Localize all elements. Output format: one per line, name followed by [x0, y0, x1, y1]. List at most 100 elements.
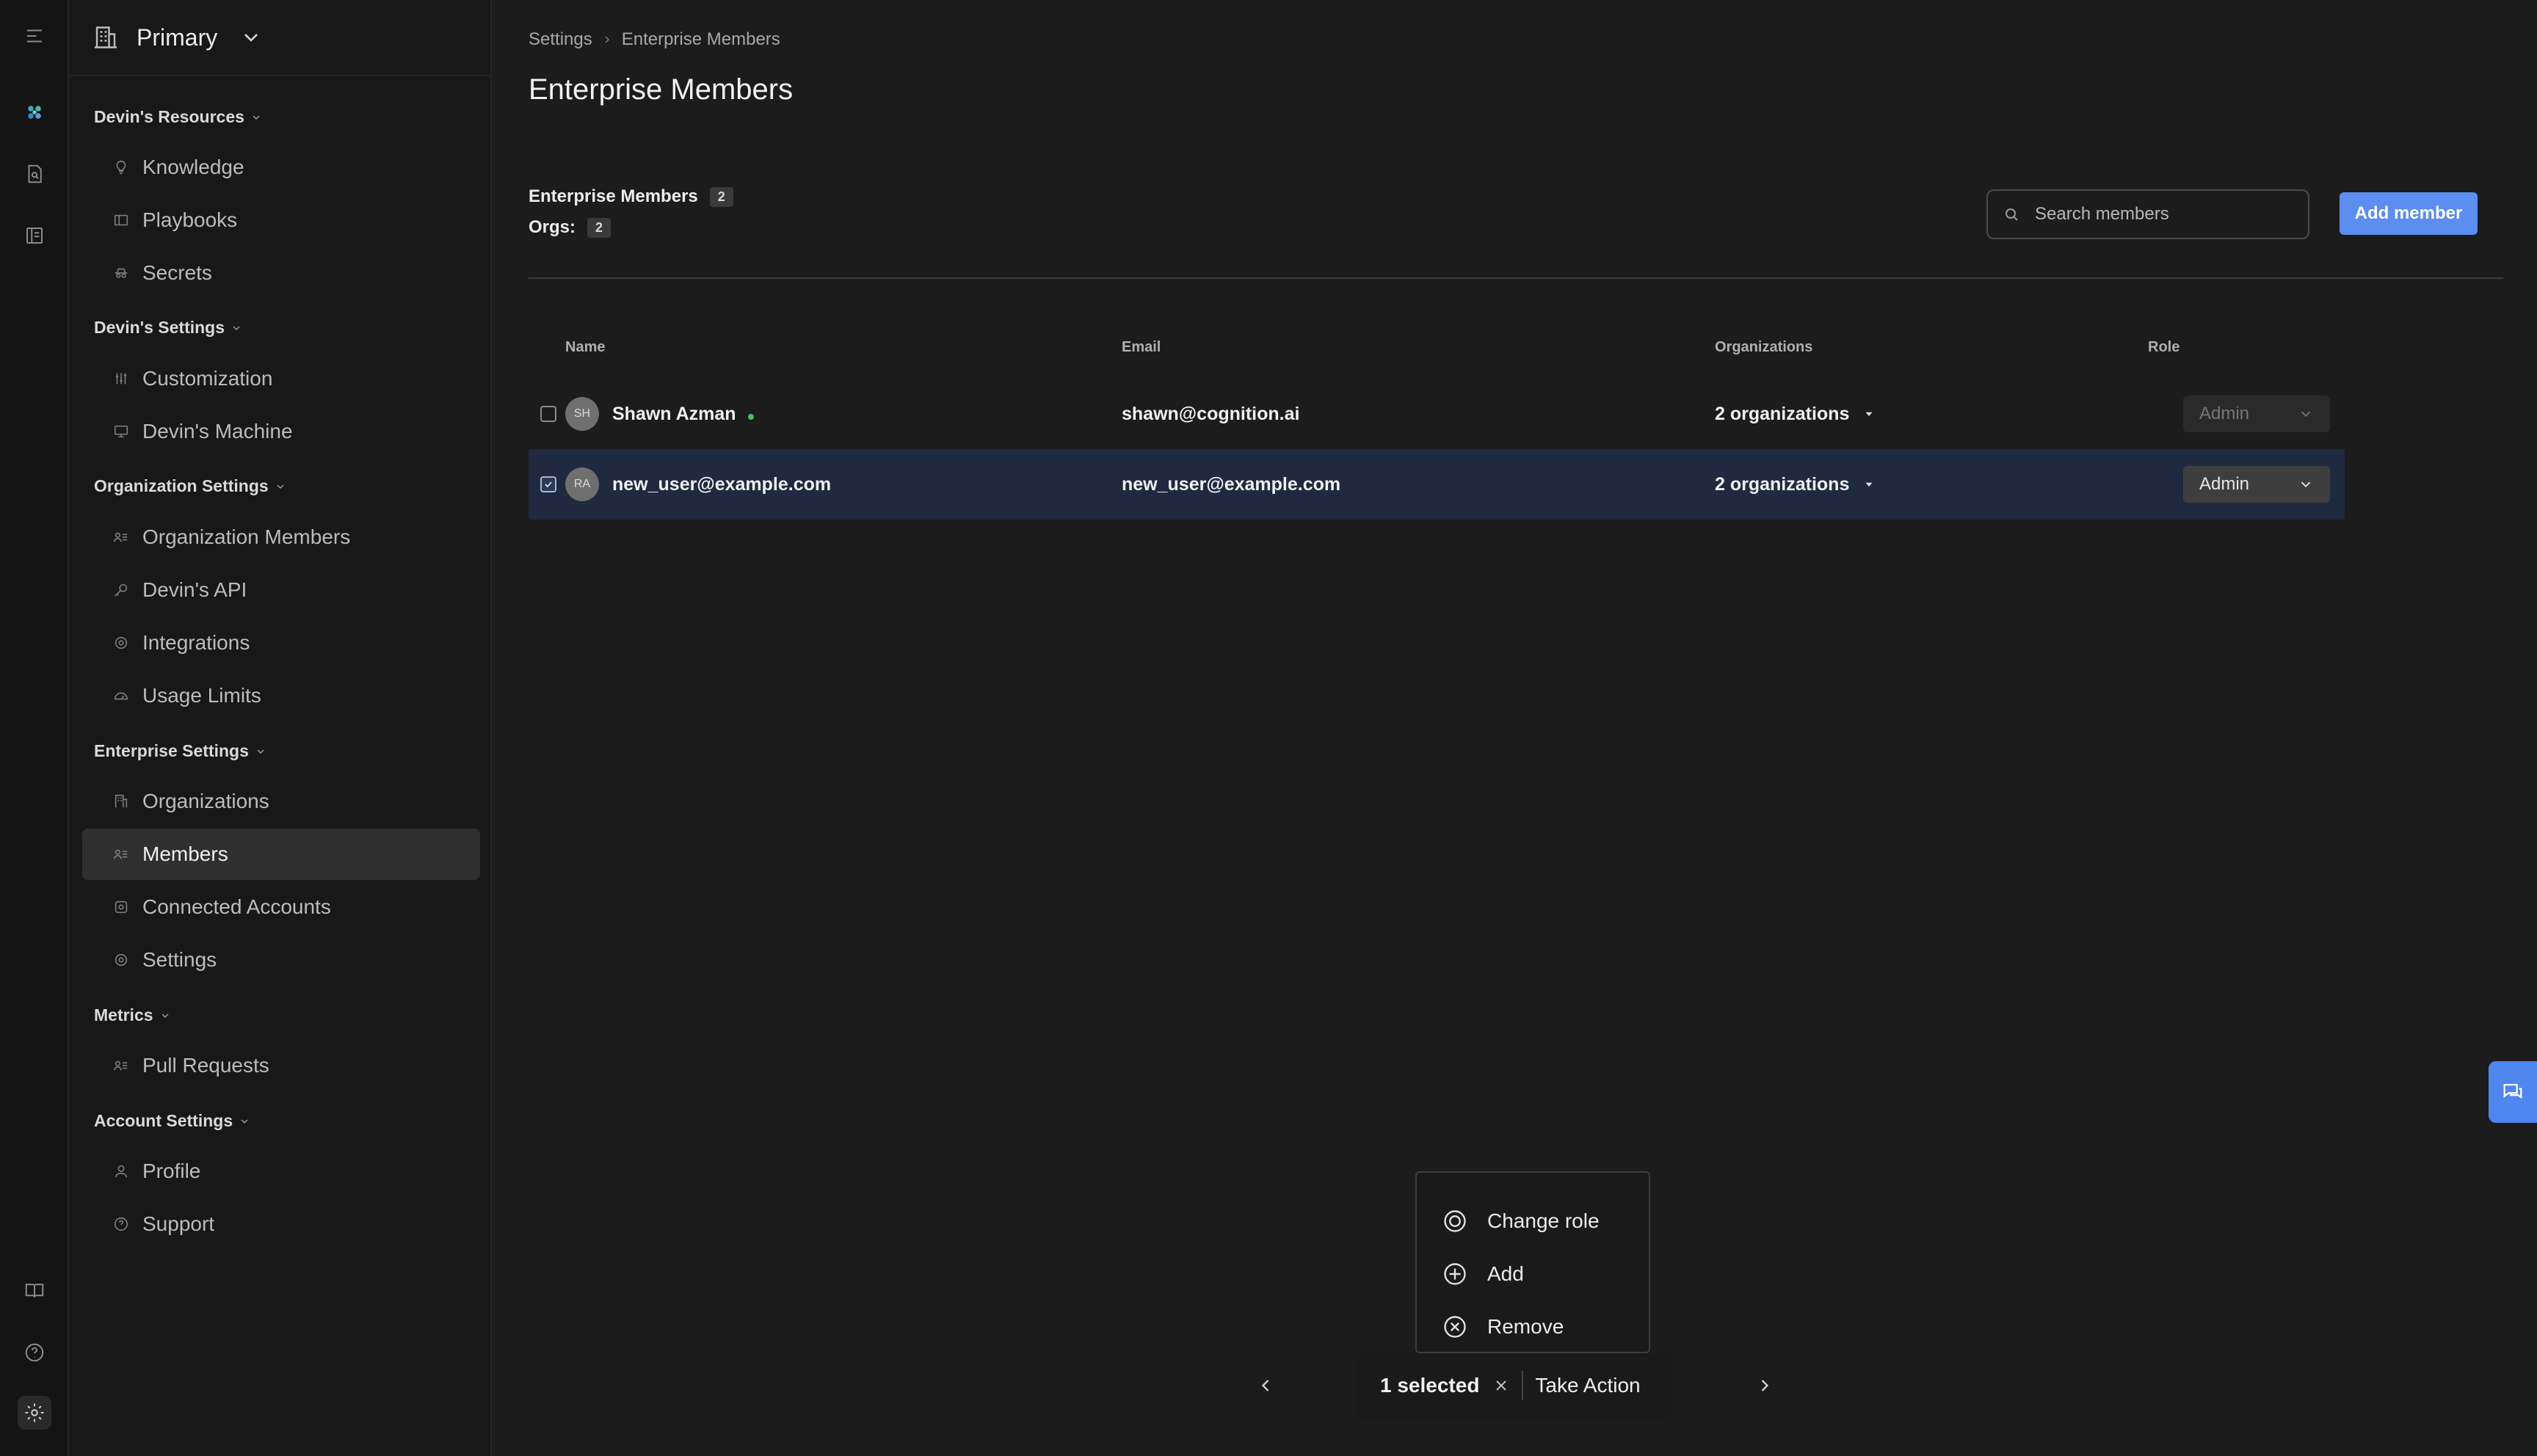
menu-item-change-role[interactable]: Change role: [1417, 1195, 1649, 1248]
chevron-down-icon: [253, 115, 260, 120]
sidebar-item-label: Organization Members: [142, 525, 351, 548]
avatar: RA: [565, 467, 599, 501]
sidebar-item-profile[interactable]: Profile: [82, 1146, 480, 1197]
section-title: Metrics: [94, 1005, 153, 1024]
chevron-down-icon: [244, 34, 258, 42]
chevron-down-icon: [233, 326, 240, 330]
organizations-dropdown[interactable]: 2 organizations: [1715, 449, 1876, 520]
section-organization-settings[interactable]: Organization Settings: [94, 476, 286, 496]
add-member-button[interactable]: Add member: [2340, 192, 2478, 235]
sidebar-item-organizations[interactable]: Organizations: [82, 776, 480, 827]
sidebar-item-settings[interactable]: Settings: [82, 934, 480, 986]
sidebar-item-connected-accounts[interactable]: Connected Accounts: [82, 881, 480, 933]
sidebar-item-playbooks[interactable]: Playbooks: [82, 194, 480, 246]
chevron-down-icon: [2301, 411, 2311, 418]
menu-item-remove[interactable]: Remove: [1417, 1300, 1649, 1353]
book-icon[interactable]: [18, 1274, 51, 1308]
chevron-right-icon: [605, 36, 609, 43]
online-status-dot: [747, 414, 754, 420]
sidebar-item-usage-limits[interactable]: Usage Limits: [82, 670, 480, 721]
sidebar-item-knowledge[interactable]: Knowledge: [82, 142, 480, 193]
app-rail: [0, 0, 69, 1456]
members-count-badge: 2: [709, 186, 733, 207]
table-row[interactable]: SH Shawn Azman shawn@cognition.ai 2 orga…: [529, 379, 2345, 449]
key-icon: [115, 583, 128, 597]
chat-feedback-button[interactable]: [2489, 1061, 2537, 1123]
organizations-count: 2 organizations: [1715, 473, 1850, 495]
sidebar-item-label: Knowledge: [142, 156, 244, 178]
settings-gear-icon[interactable]: [18, 1396, 51, 1430]
member-email: shawn@cognition.ai: [1122, 403, 1300, 424]
chevron-left-icon[interactable]: [1255, 1375, 1276, 1396]
section-devins-settings[interactable]: Devin's Settings: [94, 318, 242, 338]
sidebar-item-label: Connected Accounts: [142, 895, 331, 918]
chevron-right-icon[interactable]: [1754, 1375, 1775, 1396]
member-email: new_user@example.com: [1122, 473, 1341, 495]
menu-item-label: Add: [1487, 1262, 1524, 1285]
lightbulb-icon: [116, 160, 126, 175]
devin-logo-icon[interactable]: [18, 95, 51, 129]
gear-icon: [115, 636, 128, 649]
users-list-icon: [114, 849, 128, 859]
role-select[interactable]: Admin: [2183, 466, 2330, 503]
gauge-icon: [114, 692, 128, 700]
section-account-settings[interactable]: Account Settings: [94, 1111, 250, 1131]
caret-down-icon: [1865, 482, 1873, 487]
chevron-down-icon: [161, 1013, 169, 1018]
divider: [529, 277, 2503, 279]
search-input[interactable]: [2035, 204, 2299, 225]
collapse-sidebar-icon[interactable]: [18, 19, 51, 53]
settings-sidebar: Primary Devin's Resources Knowledge Play…: [69, 0, 492, 1456]
document-search-icon[interactable]: [18, 157, 51, 191]
breadcrumb-settings[interactable]: Settings: [529, 29, 592, 50]
member-name: Shawn Azman: [612, 403, 736, 424]
sidebar-item-organization-members[interactable]: Organization Members: [82, 512, 480, 563]
help-icon[interactable]: [18, 1336, 51, 1369]
sidebar-item-customization[interactable]: Customization: [82, 353, 480, 404]
role-value: Admin: [2199, 404, 2250, 423]
search-box[interactable]: [1986, 189, 2309, 239]
orgs-count-badge: 2: [587, 217, 611, 238]
section-metrics[interactable]: Metrics: [94, 1005, 171, 1025]
orgs-label: Orgs:: [529, 217, 576, 237]
selected-count: 1 selected: [1380, 1374, 1480, 1397]
row-checkbox[interactable]: [540, 406, 556, 422]
sidebar-item-label: Support: [142, 1212, 215, 1235]
sidebar-item-support[interactable]: Support: [82, 1198, 480, 1250]
sliders-icon: [115, 373, 127, 385]
menu-item-label: Remove: [1487, 1315, 1564, 1338]
avatar: SH: [565, 397, 599, 431]
row-checkbox[interactable]: [540, 476, 556, 492]
chevron-down-icon: [257, 749, 264, 754]
header-name[interactable]: Name: [565, 339, 605, 356]
org-switcher[interactable]: Primary: [69, 0, 492, 76]
section-enterprise-settings[interactable]: Enterprise Settings: [94, 741, 266, 761]
search-icon: [2006, 208, 2018, 221]
header-organizations[interactable]: Organizations: [1715, 339, 1812, 356]
sidebar-item-pull-requests[interactable]: Pull Requests: [82, 1040, 480, 1091]
sidebar-item-label: Integrations: [142, 631, 250, 654]
organizations-dropdown[interactable]: 2 organizations: [1715, 379, 1876, 449]
target-icon: [1444, 1210, 1466, 1232]
breadcrumb-current: Enterprise Members: [621, 29, 780, 49]
take-action-button[interactable]: Take Action: [1535, 1374, 1640, 1397]
sidebar-item-integrations[interactable]: Integrations: [82, 617, 480, 669]
clear-selection-icon[interactable]: [1492, 1377, 1510, 1394]
sidebar-item-label: Organizations: [142, 790, 269, 812]
table-row[interactable]: RA new_user@example.com new_user@example…: [529, 449, 2345, 520]
sidebar-item-members[interactable]: Members: [82, 829, 480, 880]
sidebar-item-devins-machine[interactable]: Devin's Machine: [82, 406, 480, 457]
header-role[interactable]: Role: [2148, 339, 2180, 356]
sidebar-item-devins-api[interactable]: Devin's API: [82, 564, 480, 616]
section-devins-resources[interactable]: Devin's Resources: [94, 107, 262, 127]
sidebar-item-label: Playbooks: [142, 208, 238, 231]
caret-down-icon: [1865, 412, 1873, 416]
role-select[interactable]: Admin: [2183, 396, 2330, 432]
header-email[interactable]: Email: [1122, 339, 1161, 356]
chat-icon: [2503, 1083, 2522, 1099]
section-title: Organization Settings: [94, 476, 269, 495]
sidebar-item-secrets[interactable]: Secrets: [82, 247, 480, 299]
menu-item-add[interactable]: Add: [1417, 1248, 1649, 1300]
wiki-icon[interactable]: [18, 219, 51, 252]
building-icon: [95, 26, 117, 48]
